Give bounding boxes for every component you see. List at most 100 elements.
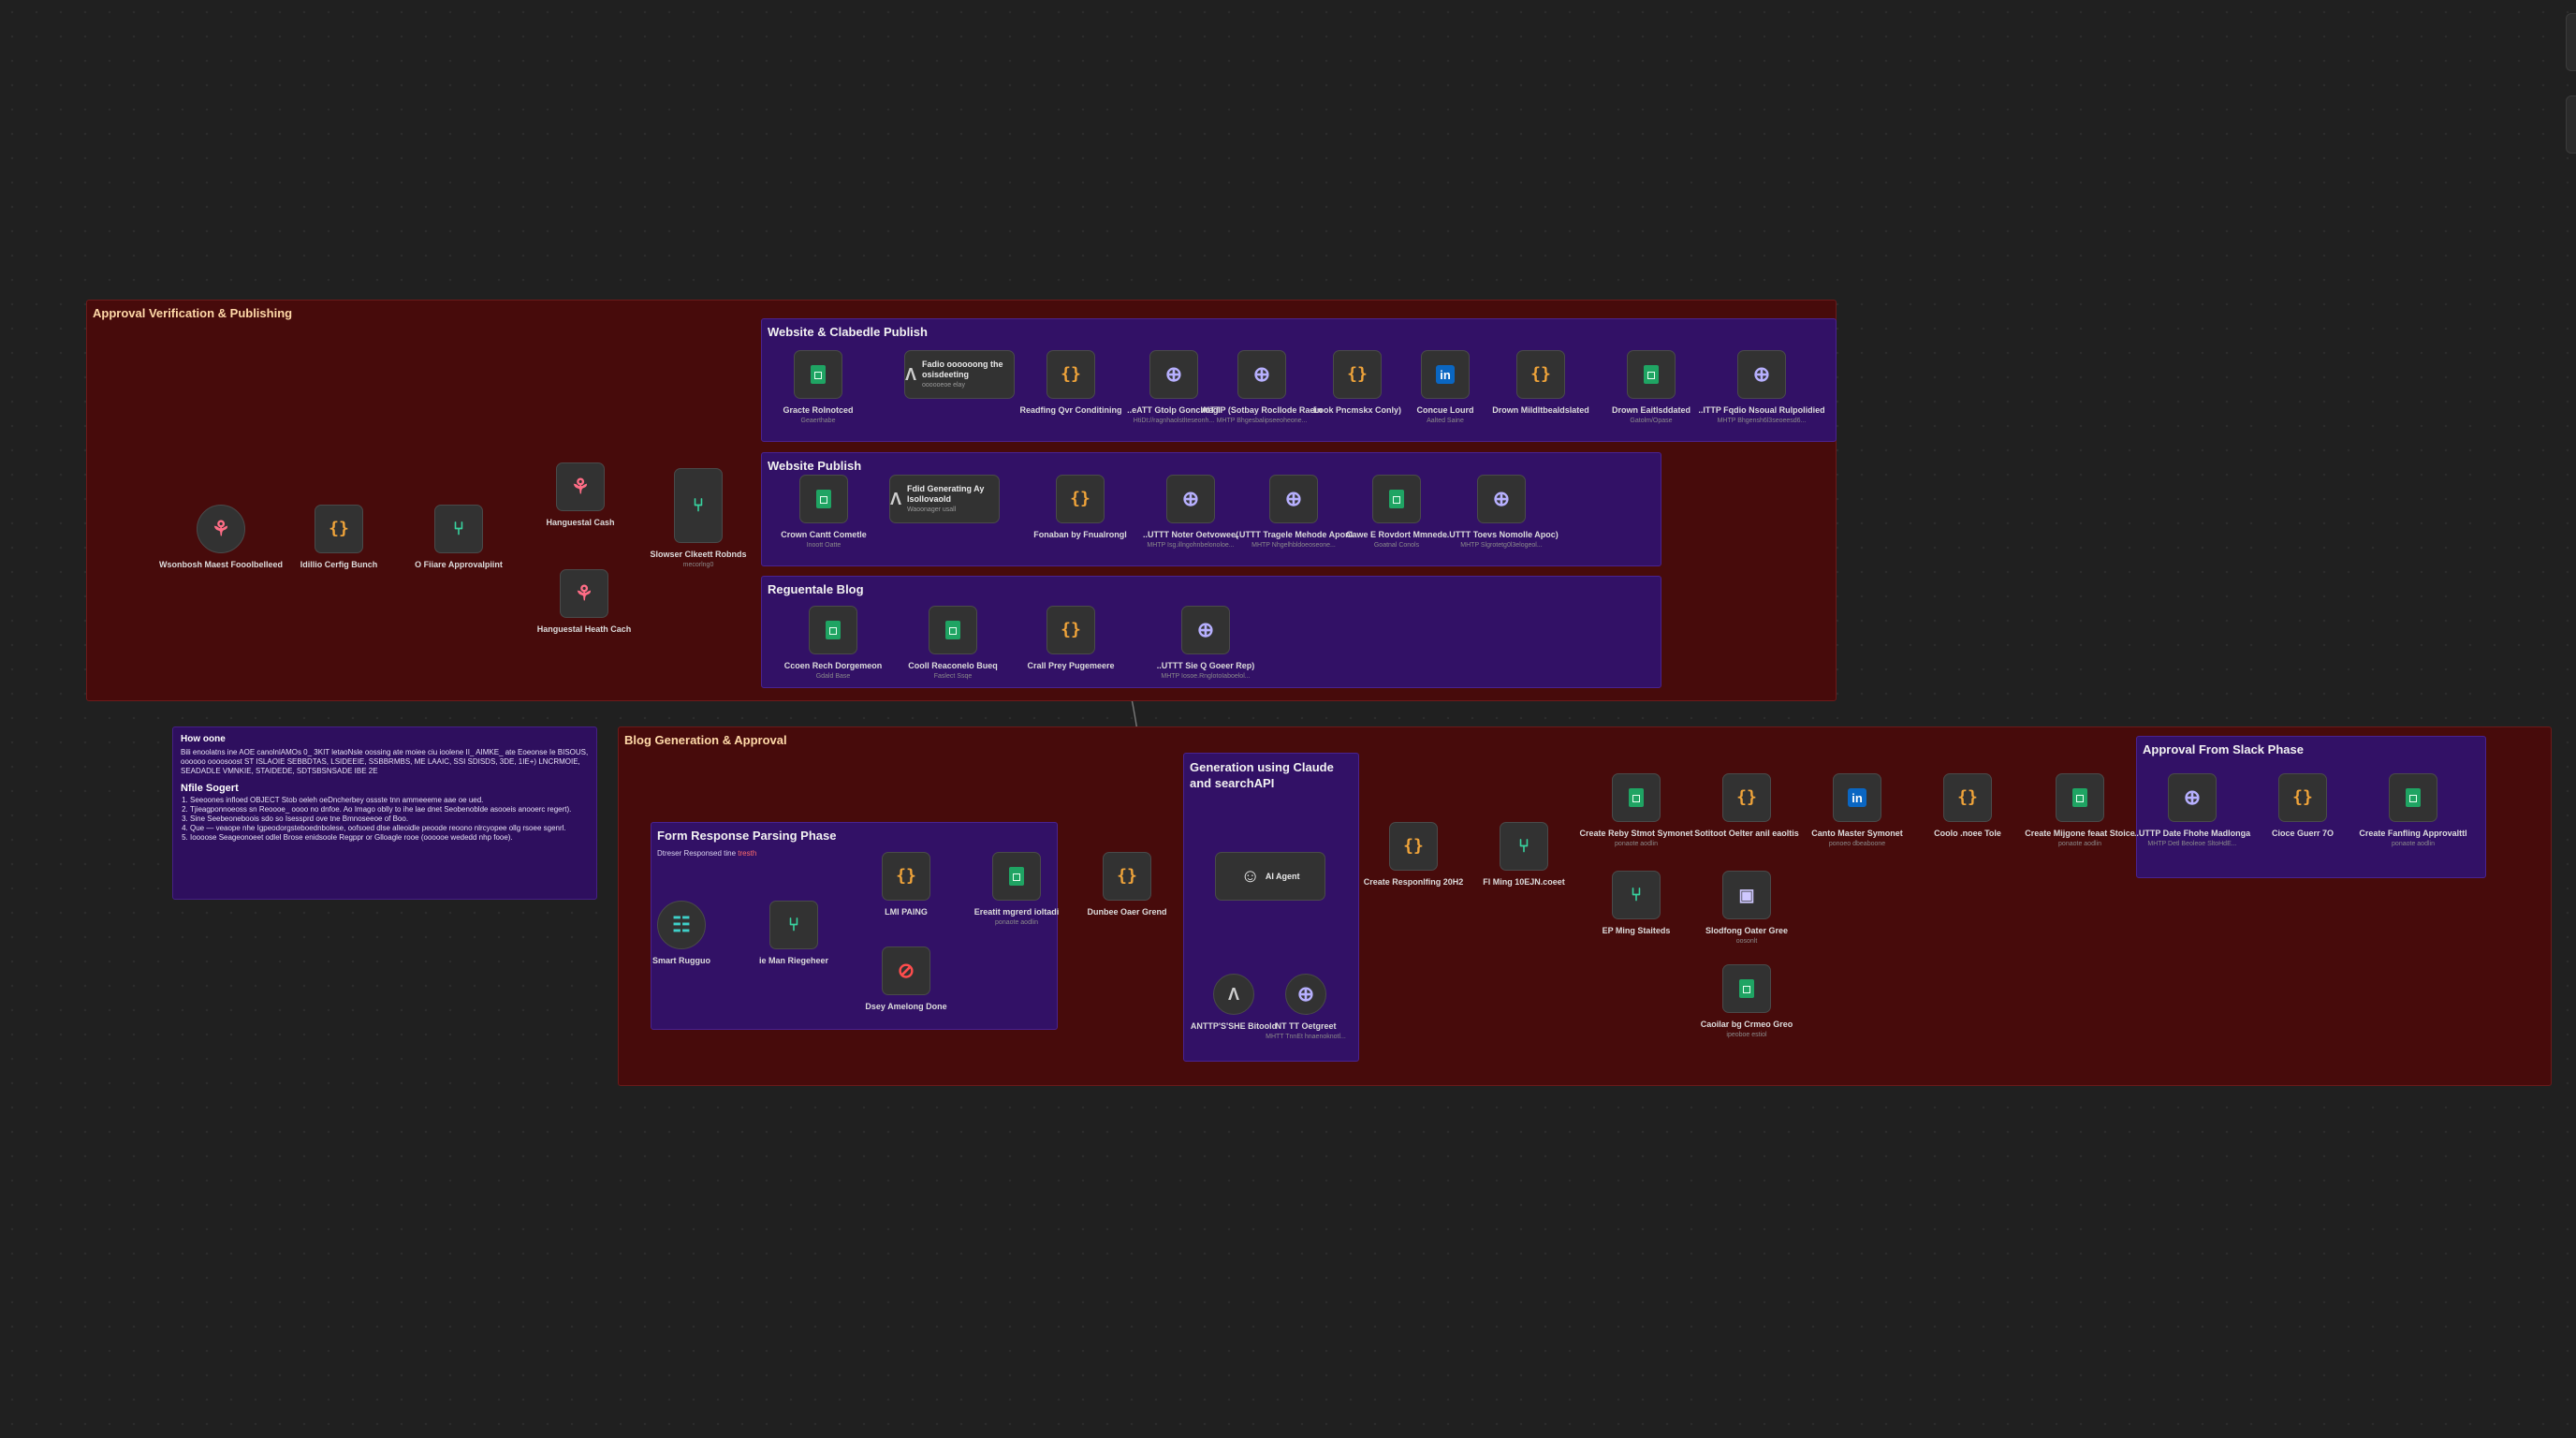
node-code-note[interactable]: {} Coolo .noee Tole [1934, 773, 2001, 838]
sheets-icon [945, 621, 960, 639]
workflow-canvas[interactable]: Approval Verification & Publishing Websi… [0, 0, 2576, 1438]
node-label: Create Fanfling Approvalttl ponaote aodli… [2359, 829, 2467, 847]
node-sl2[interactable]: {} Cioce Guerr 7O [2272, 773, 2334, 838]
node-form-sheet[interactable]: Ereatit mgrerd ioltadi ponaote aodlin [974, 852, 1059, 926]
node-fi-ming[interactable]: ⑂ Fl Ming 10EJN.coeet [1483, 822, 1565, 887]
node-label: Hanguestal Cash [546, 518, 615, 527]
node-label: AI Agent [1265, 871, 1300, 881]
sheets-icon [1739, 979, 1754, 998]
branch-icon: ⑂ [1518, 836, 1530, 857]
node-label: Slodfong Oater Gree oosonlt [1705, 926, 1788, 945]
node-wc5[interactable]: ⊕ AITTP (Sotbay Rocllode Raein MHTP Bhgesb… [1202, 350, 1322, 424]
node-li-master[interactable]: in Canto Master Symonet ponoeo dbeaboone [1811, 773, 1903, 847]
note-intro: Bili enoolatns ine AOE canolnlAMOs 0_ 3K… [181, 748, 589, 775]
node-rb2[interactable]: Cooll Reaconelo Bueq Faslect Ssqe [908, 606, 998, 680]
node-search-api[interactable]: ⊕ NT TT Oetgreet MHTT TnnEt hnaenoknotl... [1266, 974, 1346, 1040]
node-label: Slowser Clkeett Robnds mecorlng0 [650, 550, 747, 568]
code-icon: {} [1347, 364, 1368, 384]
node-wc9[interactable]: Drown Eaitlsddated Gatolm/Opase [1612, 350, 1690, 424]
node-form-switch[interactable]: ⑂ ie Man Riegeheer [759, 901, 828, 965]
globe-icon: ⊕ [1196, 618, 1215, 641]
node-wc1[interactable]: Gracte Rolnotced Geaerthabe [783, 350, 854, 424]
node-form-trigger[interactable]: ☷ Smart Rugguo [652, 901, 710, 965]
node-edit-config[interactable]: {} Idillio Cerfig Bunch [300, 505, 377, 569]
node-form-parse[interactable]: {} LMI PAING [882, 852, 930, 917]
node-sl3[interactable]: Create Fanfling Approvalttl ponaote aodli… [2359, 773, 2467, 847]
group-title: Generation using Claude and searchAPI [1190, 760, 1334, 790]
node-wp5[interactable]: ⊕ ..UTTT Tragele Mehode Aponl MHTP Nhgelhb… [1235, 475, 1353, 549]
node-create-response[interactable]: {} Create Responlfing 20H2 [1364, 822, 1463, 887]
node-create-migone[interactable]: Create Mijgone feaat Stoice ponaote aodli… [2025, 773, 2135, 847]
node-wc7[interactable]: in Concue Lourd Aalted Saine [1417, 350, 1474, 424]
node-slack-send[interactable]: ▣ Slodfong Oater Gree oosonlt [1705, 871, 1788, 945]
node-label: Fdid Generating Ay Isollovaold Waoonager … [907, 484, 985, 513]
node-wc6[interactable]: {} Look Pncmskx Conly) [1313, 350, 1401, 415]
node-hangout-cash[interactable]: ⚘ Hanguestal Cash [546, 462, 615, 527]
node-wc3[interactable]: {} Readfing Qvr Conditining [1020, 350, 1122, 415]
globe-icon: ⊕ [1296, 982, 1315, 1005]
code-icon: {} [1117, 866, 1137, 886]
node-rb3[interactable]: {} Crall Prey Pugemeere [1027, 606, 1115, 670]
node-label: ie Man Riegeheer [758, 956, 829, 965]
note-title: How oone [181, 734, 226, 744]
group-title: Website Publish [768, 459, 862, 473]
node-dunbee[interactable]: {} Dunbee Oaer Grend [1087, 852, 1167, 917]
globe-icon: ⊕ [1492, 487, 1511, 510]
node-wp2[interactable]: Λ Fdid Generating Ay Isollovaold Waoonager… [889, 475, 1000, 523]
code-icon: {} [329, 519, 349, 538]
group-generation-claude[interactable]: Generation using Claude and searchAPI [1183, 753, 1359, 1062]
node-wp4[interactable]: ⊕ ..UTTT Noter Oetvowee(MHTP Isg.illngohn… [1143, 475, 1238, 549]
node-label: O Fiiare Approvalpiint [415, 560, 503, 569]
globe-icon: ⊕ [1284, 487, 1303, 510]
node-form-noop[interactable]: ⊘ Dsey Amelong Done [865, 946, 947, 1011]
node-wp6[interactable]: Cawe E Rovdort Mmnede Goatnal Conols [1346, 475, 1447, 549]
node-label: Caoilar bg Crmeo Greo ipeoboe estiol [1700, 1020, 1793, 1038]
node-set-outbox[interactable]: {} Sotitoot Oelter anil eaoltis [1694, 773, 1799, 838]
note-steps: Seeoones infloed OBJECT Stob oeleh oeDnc… [181, 796, 589, 843]
sticky-note[interactable]: How oone Bili enoolatns ine AOE canolnlA… [172, 726, 597, 900]
node-claude-model[interactable]: Λ ANTTP'S'SHE Bitoold [1191, 974, 1277, 1031]
canvas-panel-toggle[interactable] [2566, 13, 2576, 71]
node-label: Fadio oooooong the osisdeeting oooooeoe e… [922, 360, 1003, 389]
anthropic-icon: Λ [1227, 985, 1239, 1004]
node-label: Hanguestal Heath Cach [536, 624, 632, 634]
node-wc4[interactable]: ⊕ ..eATT Gtolp Gonchtegl HtiDt://ragnhaols… [1127, 350, 1221, 424]
node-if-approval[interactable]: ⑂ O Fiiare Approvalpiint [415, 505, 503, 569]
group-title: Approval From Slack Phase [2143, 742, 2304, 756]
node-fi-ming-2[interactable]: ⑂ EP Ming Staiteds [1603, 871, 1670, 935]
anthropic-icon: Λ [890, 490, 902, 508]
node-label: ..UTTT Sie Q Goeer Rep) MHTP Iosoe.Rnglot… [1156, 661, 1255, 680]
node-cancel-crown[interactable]: Caoilar bg Crmeo Greo ipeoboe estiol [1701, 964, 1793, 1038]
sheets-icon [2072, 788, 2087, 807]
node-switch-route[interactable]: ⑂ Slowser Clkeett Robnds mecorlng0 [650, 468, 747, 568]
robot-icon: ☺ [1240, 866, 1260, 887]
node-wp1[interactable]: Crown Cantt Cometle Inoott Oatte [781, 475, 867, 549]
node-ai-agent[interactable]: ☺ AI Agent [1215, 852, 1325, 901]
node-sl1[interactable]: ⊕ ..UTTP Date Fhohe Madlonga MHTP Detl Beo… [2134, 773, 2250, 847]
node-webhook[interactable]: ⚘ Wsonbosh Maest Fooolbelleed [159, 505, 283, 569]
sheets-icon [826, 621, 841, 639]
node-rb4[interactable]: ⊕ ..UTTT Sie Q Goeer Rep) MHTP Iosoe.Rnglo… [1157, 606, 1254, 680]
group-subtitle: Dtreser Responsed tine tresth [657, 849, 757, 858]
globe-icon: ⊕ [1181, 487, 1200, 510]
node-wp3[interactable]: {} Fonaban by Fnualrongl [1033, 475, 1127, 539]
sheets-icon [811, 365, 826, 384]
node-hangout-heath[interactable]: ⚘ Hanguestal Heath Cach [537, 569, 631, 634]
group-title: Approval Verification & Publishing [93, 306, 293, 320]
canvas-panel-toggle[interactable] [2566, 95, 2576, 154]
node-wc10[interactable]: ⊕ ..ITTP Fqdio Nsoual Rulpolidied MHTP Bhg… [1698, 350, 1825, 424]
branch-icon: ⑂ [788, 915, 799, 935]
node-label: ..ITTP Fqdio Nsoual Rulpolidied MHTP Bhge… [1698, 405, 1825, 424]
sheets-icon [1629, 788, 1644, 807]
node-sheet-send[interactable]: Create Reby Stmot Symonet ponaote aodlin [1579, 773, 1693, 847]
group-title: Blog Generation & Approval [624, 733, 787, 747]
node-label: Crall Prey Pugemeere [1027, 661, 1115, 670]
code-icon: {} [2292, 787, 2313, 807]
node-wc2[interactable]: Λ Fadio oooooong the osisdeeting oooooeoe … [904, 350, 1015, 399]
note-step: Sine Seebeoneboois sdo so Isessprd ove t… [190, 814, 589, 824]
node-wc8[interactable]: {} Drown Mildltbealdslated [1492, 350, 1589, 415]
node-wp7[interactable]: ⊕ ..UTTT Toevs Nomolle Apoc) MHTP Slgrotet… [1444, 475, 1559, 549]
node-rb1[interactable]: Ccoen Rech Dorgemeon Gdald Base [784, 606, 882, 680]
code-icon: {} [1403, 836, 1424, 856]
note-step: Ioooose Seageonoeet odlel Brose enidsool… [190, 833, 589, 843]
